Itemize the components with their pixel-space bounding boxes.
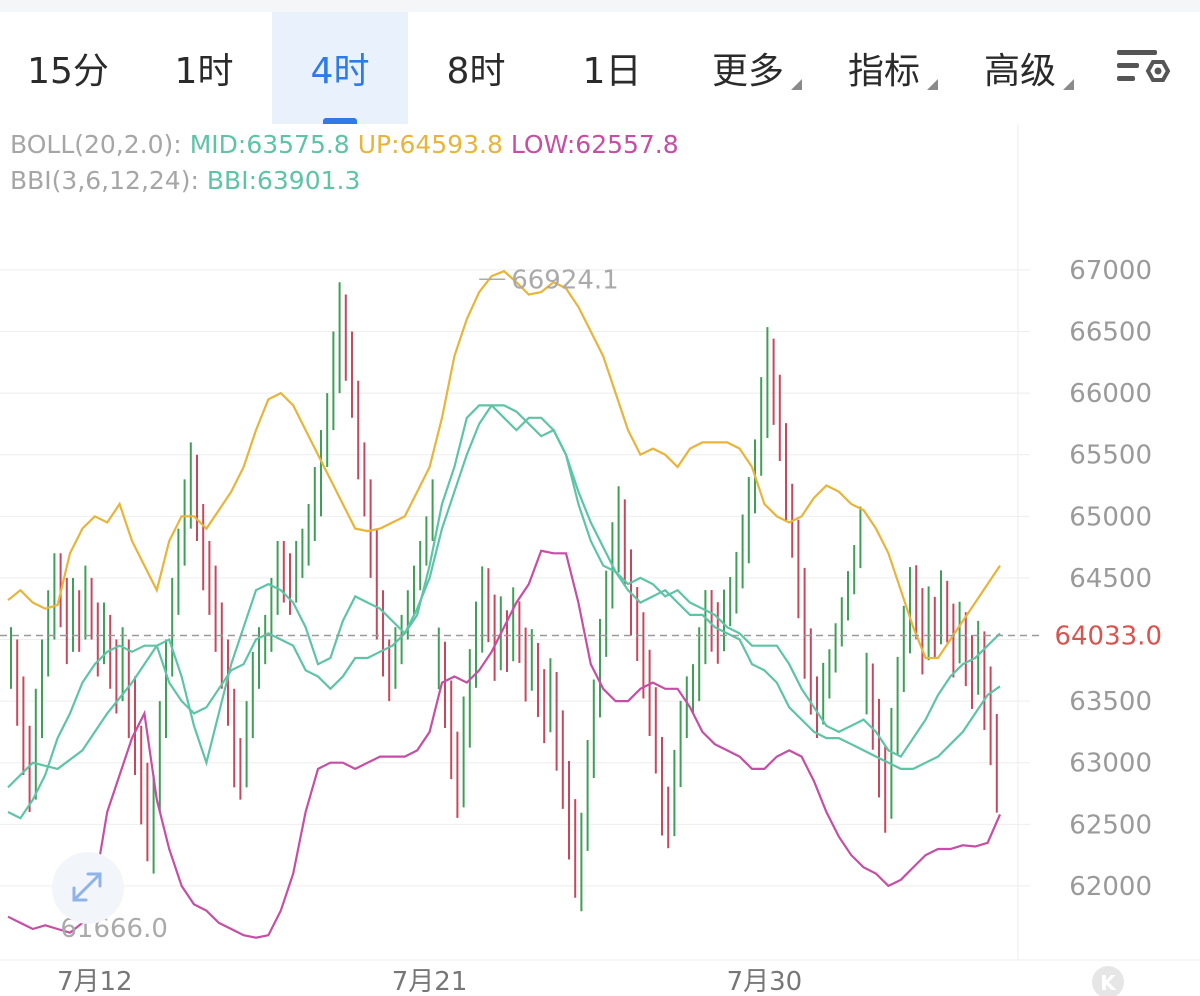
tab-8hour[interactable]: 8时 bbox=[408, 12, 544, 124]
tab-1hour[interactable]: 1时 bbox=[136, 12, 272, 124]
tab-more[interactable]: 更多 bbox=[680, 12, 816, 124]
tab-label: 高级 bbox=[983, 51, 1056, 92]
boll-mid-value: MID:63575.8 bbox=[189, 130, 350, 159]
tab-label: 15分 bbox=[27, 51, 109, 92]
bbi-value: BBI:63901.3 bbox=[206, 166, 361, 195]
dropdown-corner-icon bbox=[927, 79, 938, 90]
chart-area[interactable]: BOLL(20,2.0): MID:63575.8 UP:64593.8 LOW:62… bbox=[0, 124, 1200, 996]
boll-upper-line bbox=[7, 269, 1001, 660]
y-tick-label: 66500 bbox=[1069, 318, 1152, 348]
boll-legend-name: BOLL(20,2.0): bbox=[10, 130, 182, 159]
tab-label: 更多 bbox=[711, 51, 784, 92]
tab-label: 8时 bbox=[446, 51, 506, 92]
y-tick-label: 65000 bbox=[1069, 502, 1152, 532]
k-badge-letter: K bbox=[1100, 971, 1117, 995]
bbi-legend: BBI(3,6,12,24): BBI:63901.3 bbox=[10, 166, 368, 195]
y-tick-label: 62500 bbox=[1069, 810, 1152, 840]
boll-up-value: UP:64593.8 bbox=[357, 130, 503, 159]
status-strip bbox=[0, 0, 1200, 12]
tab-advanced[interactable]: 高级 bbox=[952, 12, 1088, 124]
kline-chart[interactable]: 67000 66500 66000 65500 65000 64500 63500 63000… bbox=[0, 124, 1200, 996]
y-tick-label: 63500 bbox=[1069, 687, 1152, 717]
tab-label: 1时 bbox=[174, 51, 234, 92]
chart-settings-button[interactable] bbox=[1088, 12, 1198, 124]
y-tick-label: 67000 bbox=[1069, 256, 1152, 286]
bbi-line bbox=[7, 404, 1001, 789]
timeframe-tabbar: 15分 1时 4时 8时 1日 更多 指标 高级 bbox=[0, 12, 1200, 124]
dropdown-corner-icon bbox=[791, 79, 802, 90]
high-price-label: 66924.1 bbox=[511, 265, 619, 295]
y-tick-label: 66000 bbox=[1069, 379, 1152, 409]
bbi-legend-name: BBI(3,6,12,24): bbox=[10, 166, 199, 195]
y-tick-label: 63000 bbox=[1069, 749, 1152, 779]
y-tick-label: 65500 bbox=[1069, 441, 1152, 471]
x-tick-label: 7月12 bbox=[57, 967, 133, 996]
boll-mid-line bbox=[7, 404, 1001, 820]
tab-label: 4时 bbox=[310, 51, 370, 92]
current-price-label: 64033.0 bbox=[1054, 621, 1162, 651]
tab-indicators[interactable]: 指标 bbox=[816, 12, 952, 124]
x-tick-label: 7月30 bbox=[727, 967, 803, 996]
tab-label: 指标 bbox=[847, 51, 920, 92]
tab-1day[interactable]: 1日 bbox=[544, 12, 680, 124]
y-tick-label: 62000 bbox=[1069, 872, 1152, 902]
boll-legend: BOLL(20,2.0): MID:63575.8 UP:64593.8 LOW:62… bbox=[10, 130, 687, 159]
y-tick-label: 64500 bbox=[1069, 564, 1152, 594]
tab-4hour[interactable]: 4时 bbox=[272, 12, 408, 124]
tab-label: 1日 bbox=[582, 51, 642, 92]
tab-15min[interactable]: 15分 bbox=[0, 12, 136, 124]
x-tick-label: 7月21 bbox=[392, 967, 468, 996]
dropdown-corner-icon bbox=[1063, 79, 1074, 90]
chart-settings-icon bbox=[1117, 50, 1171, 82]
boll-low-value: LOW:62557.8 bbox=[510, 130, 679, 159]
